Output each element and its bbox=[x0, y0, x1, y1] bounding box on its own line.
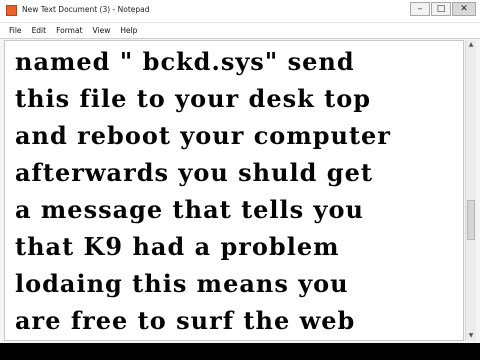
text-line: and reboot your computer bbox=[15, 121, 391, 150]
caption-controls: – □ ✕ bbox=[409, 2, 476, 17]
window-title: New Text Document (3) - Notepad bbox=[22, 5, 150, 14]
menu-bar: File Edit Format View Help bbox=[0, 23, 480, 39]
scroll-down-icon[interactable]: ▼ bbox=[466, 331, 476, 341]
text-line: afterwards you shuld get bbox=[15, 158, 373, 187]
text-line: named " bckd.sys" send bbox=[15, 47, 355, 76]
maximize-button[interactable]: □ bbox=[431, 2, 451, 16]
text-line: a message that tells you bbox=[15, 195, 364, 224]
text-line: that K9 had a problem bbox=[15, 232, 340, 261]
text-line: lodaing this means you bbox=[15, 269, 349, 298]
close-button[interactable]: ✕ bbox=[452, 2, 476, 16]
text-line: are free to surf the web bbox=[15, 306, 356, 335]
menu-view[interactable]: View bbox=[88, 26, 116, 35]
scroll-up-icon[interactable]: ▲ bbox=[466, 40, 476, 50]
menu-help[interactable]: Help bbox=[115, 26, 142, 35]
notepad-icon[interactable] bbox=[6, 5, 17, 16]
title-bar[interactable]: New Text Document (3) - Notepad – □ ✕ bbox=[0, 0, 480, 23]
menu-file[interactable]: File bbox=[4, 26, 27, 35]
notepad-window: New Text Document (3) - Notepad – □ ✕ Fi… bbox=[0, 0, 480, 343]
menu-format[interactable]: Format bbox=[51, 26, 87, 35]
vertical-scrollbar[interactable]: ▲ ▼ bbox=[465, 40, 476, 341]
menu-edit[interactable]: Edit bbox=[27, 26, 52, 35]
text-line: this file to your desk top bbox=[15, 84, 371, 113]
scrollbar-thumb[interactable] bbox=[467, 200, 475, 240]
minimize-button[interactable]: – bbox=[410, 2, 430, 16]
text-editor-area[interactable]: named " bckd.sys" send this file to your… bbox=[4, 40, 464, 341]
